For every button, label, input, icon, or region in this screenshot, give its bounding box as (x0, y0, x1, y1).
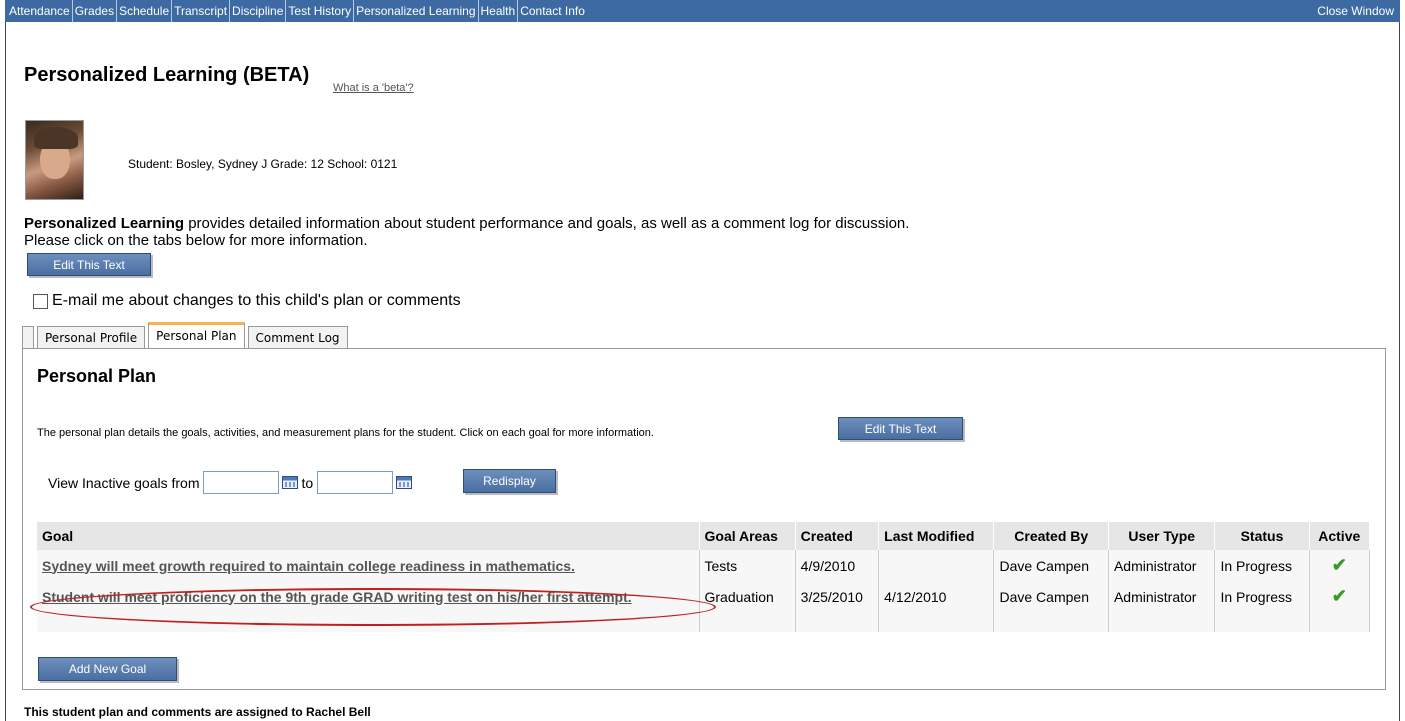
check-icon: ✔ (1331, 586, 1347, 606)
add-new-goal-button[interactable]: Add New Goal (38, 657, 177, 681)
modified-cell (878, 550, 995, 581)
status-cell: In Progress (1214, 550, 1310, 581)
created-by-cell: Dave Campen (993, 550, 1109, 581)
goal-cell: Sydney will meet growth required to main… (37, 550, 700, 581)
goal-link[interactable]: Sydney will meet growth required to main… (42, 558, 575, 574)
student-info: Student: Bosley, Sydney J Grade: 12 Scho… (128, 157, 398, 171)
col-goal-areas: Goal Areas (699, 522, 796, 550)
email-label: E-mail me about changes to this child's … (52, 292, 461, 309)
nav-health[interactable]: Health (479, 0, 519, 22)
tab-personal-plan[interactable]: Personal Plan (148, 322, 245, 348)
col-user-type: User Type (1108, 522, 1216, 550)
intro-text: Personalized Learning provides detailed … (24, 215, 909, 249)
goal-area-cell: Tests (699, 550, 796, 581)
filter-label: View Inactive goals from (48, 474, 200, 491)
check-icon: ✔ (1331, 555, 1347, 575)
col-goal: Goal (37, 522, 700, 550)
redisplay-button[interactable]: Redisplay (463, 469, 556, 493)
intro-rest: provides detailed information about stud… (184, 215, 910, 232)
user-type-cell: Administrator (1108, 581, 1216, 612)
active-cell: ✔ (1309, 581, 1371, 612)
tab-comment-log[interactable]: Comment Log (247, 326, 348, 348)
edit-plan-text-button[interactable]: Edit This Text (838, 417, 963, 440)
calendar-icon[interactable] (282, 476, 299, 489)
edit-plan-label: Edit This Text (864, 422, 937, 436)
assignment-footer: This student plan and comments are assig… (24, 705, 371, 719)
created-cell: 4/9/2010 (795, 550, 880, 581)
from-date-input[interactable] (203, 471, 280, 494)
nav-grades[interactable]: Grades (73, 0, 118, 22)
col-created-by: Created By (993, 522, 1109, 550)
nav-attendance[interactable]: Attendance (7, 0, 73, 22)
created-by-cell: Dave Campen (993, 581, 1109, 612)
page-title: Personalized Learning (BETA) (24, 64, 310, 86)
modified-cell: 4/12/2010 (878, 581, 995, 612)
calendar-icon[interactable] (396, 476, 413, 489)
personal-plan-panel: Personal Plan The personal plan details … (22, 348, 1386, 690)
tab-spacer (22, 326, 34, 348)
student-photo (25, 120, 84, 200)
inactive-goals-filter: View Inactive goals from to (48, 471, 415, 494)
intro-line2: Please click on the tabs below for more … (24, 232, 368, 249)
nav-personalized-learning[interactable]: Personalized Learning (354, 0, 479, 22)
filter-to-label: to (301, 474, 314, 491)
active-cell: ✔ (1309, 550, 1371, 581)
nav-contact-info[interactable]: Contact Info (518, 0, 587, 22)
nav-transcript[interactable]: Transcript (172, 0, 231, 22)
tab-personal-profile[interactable]: Personal Profile (37, 326, 146, 348)
redisplay-label: Redisplay (483, 474, 536, 488)
table-header: Goal Goal Areas Created Last Modified Cr… (37, 522, 1371, 550)
panel-title: Personal Plan (37, 366, 157, 386)
email-checkbox[interactable] (33, 293, 48, 309)
beta-info-link[interactable]: What is a 'beta'? (333, 82, 414, 94)
created-cell: 3/25/2010 (795, 581, 880, 612)
nav-test-history[interactable]: Test History (286, 0, 355, 22)
email-preference[interactable]: E-mail me about changes to this child's … (33, 292, 461, 310)
nav-discipline[interactable]: Discipline (230, 0, 287, 22)
to-date-input[interactable] (317, 471, 394, 494)
tab-bar: Personal Profile Personal Plan Comment L… (22, 322, 351, 348)
col-active: Active (1309, 522, 1371, 550)
col-last-modified: Last Modified (878, 522, 995, 550)
nav-schedule[interactable]: Schedule (117, 0, 173, 22)
user-type-cell: Administrator (1108, 550, 1216, 581)
highlight-oval (30, 588, 716, 626)
col-status: Status (1214, 522, 1310, 550)
col-created: Created (795, 522, 880, 550)
nav-links: Attendance Grades Schedule Transcript Discip… (7, 0, 587, 22)
intro-bold: Personalized Learning (24, 215, 185, 232)
table-row: Sydney will meet growth required to main… (37, 550, 1371, 581)
status-cell: In Progress (1214, 581, 1310, 612)
close-window-link[interactable]: Close Window (1315, 0, 1396, 22)
add-goal-label: Add New Goal (68, 662, 147, 676)
edit-intro-label: Edit This Text (53, 258, 125, 272)
panel-description: The personal plan details the goals, act… (37, 427, 654, 439)
student-photo-hair (34, 127, 78, 149)
edit-intro-button[interactable]: Edit This Text (27, 253, 151, 276)
top-navigation: Attendance Grades Schedule Transcript Discip… (5, 0, 1400, 22)
